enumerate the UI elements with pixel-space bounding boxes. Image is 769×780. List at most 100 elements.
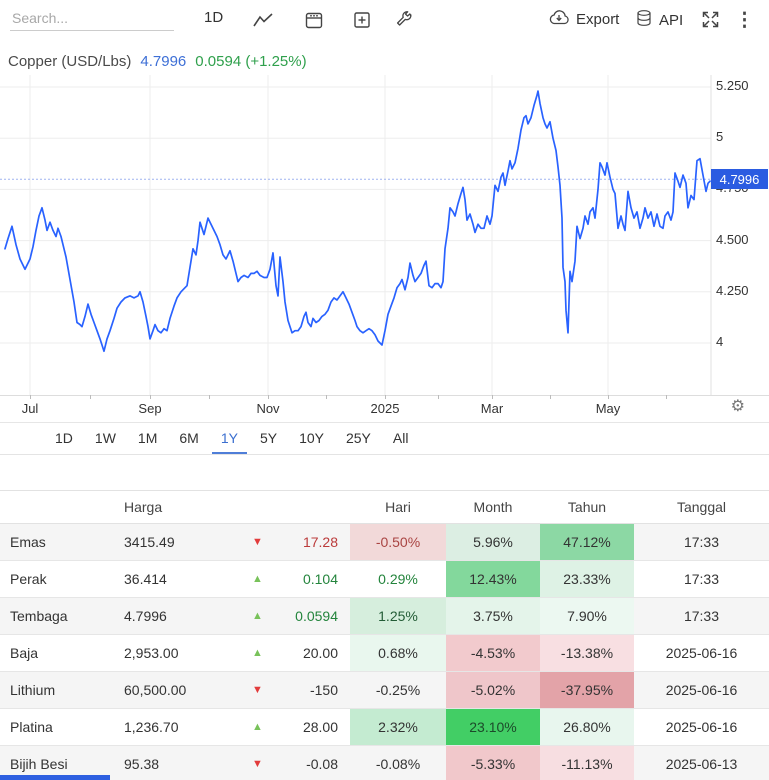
x-axis-minor-tick [30, 395, 31, 399]
x-axis-minor-tick [90, 395, 91, 399]
year-percent: -13.38% [540, 635, 634, 671]
plus-square-icon [352, 10, 372, 30]
x-axis-label: Sep [138, 401, 162, 416]
range-tab-1w[interactable]: 1W [86, 422, 125, 454]
last-update: 2025-06-16 [665, 682, 738, 698]
table-row-emas[interactable]: Emas 3415.49 ▼ 17.28 -0.50% 5.96% 47.12% 17:33 [0, 524, 769, 561]
range-tab-10y[interactable]: 10Y [290, 422, 333, 454]
interval-dropdown[interactable]: 1D [204, 9, 223, 26]
col-header-day: Hari [385, 499, 411, 515]
x-axis-label: Nov [256, 401, 280, 416]
last-update: 2025-06-16 [665, 645, 738, 661]
table-header-row: Harga Hari Month Tahun Tanggal [0, 490, 769, 524]
range-tabs: 1D 1W 1M 6M 1Y 5Y 10Y 25Y All [0, 422, 769, 455]
up-triangle-icon: ▲ [252, 573, 263, 585]
commodity-name: Emas [10, 534, 46, 550]
y-axis-label: 5 [716, 129, 724, 145]
range-tab-5y[interactable]: 5Y [251, 422, 286, 454]
x-axis-minor-tick [326, 395, 327, 399]
range-tab-all[interactable]: All [384, 422, 418, 454]
more-menu-button[interactable]: ⋮ [735, 11, 754, 30]
fullscreen-icon [701, 10, 720, 29]
daily-change-value: 0.0594 [295, 608, 338, 624]
table-row-platina[interactable]: Platina 1,236.70 ▲ 28.00 2.32% 23.10% 26.80% 20… [0, 709, 769, 746]
x-axis-label: May [595, 401, 621, 416]
month-percent: 5.96% [446, 524, 540, 560]
price-series-line [4, 90, 711, 353]
x-axis-minor-tick [666, 395, 667, 399]
x-axis-minor-tick [608, 395, 609, 399]
day-percent: -0.08% [375, 756, 421, 772]
table-body: Emas 3415.49 ▼ 17.28 -0.50% 5.96% 47.12% 17:33 P… [0, 524, 769, 780]
daily-change-value: 28.00 [302, 719, 338, 735]
month-percent: 12.43% [446, 561, 540, 597]
search-input[interactable] [10, 6, 174, 31]
month-percent: 23.10% [446, 709, 540, 745]
x-axis-label: Mar [480, 401, 504, 416]
commodity-table: Harga Hari Month Tahun Tanggal Emas 3415.… [0, 490, 769, 780]
x-axis-label: Jul [21, 401, 39, 416]
x-axis-minor-tick [209, 395, 210, 399]
partial-button-strip[interactable] [0, 775, 110, 780]
chart-settings-gear-icon[interactable]: ⚙ [731, 399, 745, 415]
price-badge: 4.7996 [711, 169, 768, 189]
commodity-price: 95.38 [124, 756, 160, 772]
col-header-change-spacer [275, 491, 350, 523]
commodity-price: 3415.49 [124, 534, 175, 550]
table-row-lithium[interactable]: Lithium 60,500.00 ▼ -150 -0.25% -5.02% -37.95%… [0, 672, 769, 709]
api-button[interactable]: API [635, 9, 683, 31]
fullscreen-button[interactable] [701, 10, 720, 29]
chart-canvas[interactable] [0, 75, 769, 395]
export-label: Export [576, 11, 620, 28]
down-triangle-icon: ▼ [252, 684, 263, 696]
col-header-year: Tahun [567, 499, 607, 515]
commodity-name: Tembaga [10, 608, 68, 624]
up-triangle-icon: ▲ [252, 647, 263, 659]
col-header-date: Tanggal [676, 499, 727, 515]
y-axis-label: 4.250 [716, 282, 749, 298]
day-percent: 0.29% [378, 571, 418, 587]
instrument-change: 0.0594 (+1.25%) [195, 53, 307, 70]
date-range-button[interactable] [304, 10, 324, 30]
table-row-baja[interactable]: Baja 2,953.00 ▲ 20.00 0.68% -4.53% -13.38% 2025… [0, 635, 769, 672]
table-row-bijih-besi[interactable]: Bijih Besi 95.38 ▼ -0.08 -0.08% -5.33% -11.13%… [0, 746, 769, 780]
day-percent: 2.32% [350, 709, 446, 745]
x-axis-minor-tick [492, 395, 493, 399]
x-axis: Jul Sep Nov 2025 Mar May ⚙ [0, 395, 769, 423]
export-button[interactable]: Export [548, 9, 619, 30]
year-percent: -37.95% [540, 672, 634, 708]
tools-button[interactable] [394, 10, 414, 30]
instrument-price: 4.7996 [140, 53, 187, 70]
range-tab-1d[interactable]: 1D [46, 422, 82, 454]
wrench-icon [394, 10, 414, 30]
chart-area[interactable]: 5.25054.7504.5004.2504 4.7996 [0, 75, 769, 395]
y-axis-label: 5.250 [716, 78, 749, 93]
table-row-perak[interactable]: Perak 36.414 ▲ 0.104 0.29% 12.43% 23.33% 17:33 [0, 561, 769, 598]
chart-type-button[interactable] [253, 12, 273, 30]
range-tab-1y[interactable]: 1Y [211, 422, 247, 454]
database-icon [635, 9, 653, 31]
add-panel-button[interactable] [352, 10, 372, 30]
last-update: 2025-06-16 [665, 719, 738, 735]
range-tab-6m[interactable]: 6M [170, 422, 207, 454]
col-header-price: Harga [124, 499, 163, 515]
range-tab-1m[interactable]: 1M [129, 422, 166, 454]
year-percent: -11.13% [540, 746, 634, 780]
col-header-month: Month [473, 499, 513, 515]
calendar-icon [304, 10, 324, 30]
api-label: API [659, 11, 684, 29]
search-field-wrap [10, 6, 174, 31]
range-tab-25y[interactable]: 25Y [337, 422, 380, 454]
day-percent: -0.25% [375, 682, 421, 698]
year-percent: 47.12% [540, 524, 634, 560]
table-row-tembaga[interactable]: Tembaga 4.7996 ▲ 0.0594 1.25% 3.75% 7.90% 17:33 [0, 598, 769, 635]
commodity-name: Baja [10, 645, 39, 661]
col-header-arrow-spacer [240, 491, 275, 523]
day-percent: 1.25% [350, 598, 446, 634]
x-axis-minor-tick [268, 395, 269, 399]
toolbar: 1D Export API ⋮ [0, 0, 769, 44]
commodity-widget: 1D Export API ⋮ Copper (USD/Lbs) 4.7996 [0, 0, 769, 780]
line-chart-icon [253, 12, 273, 30]
day-percent: -0.50% [350, 524, 446, 560]
commodity-name: Platina [10, 719, 53, 735]
